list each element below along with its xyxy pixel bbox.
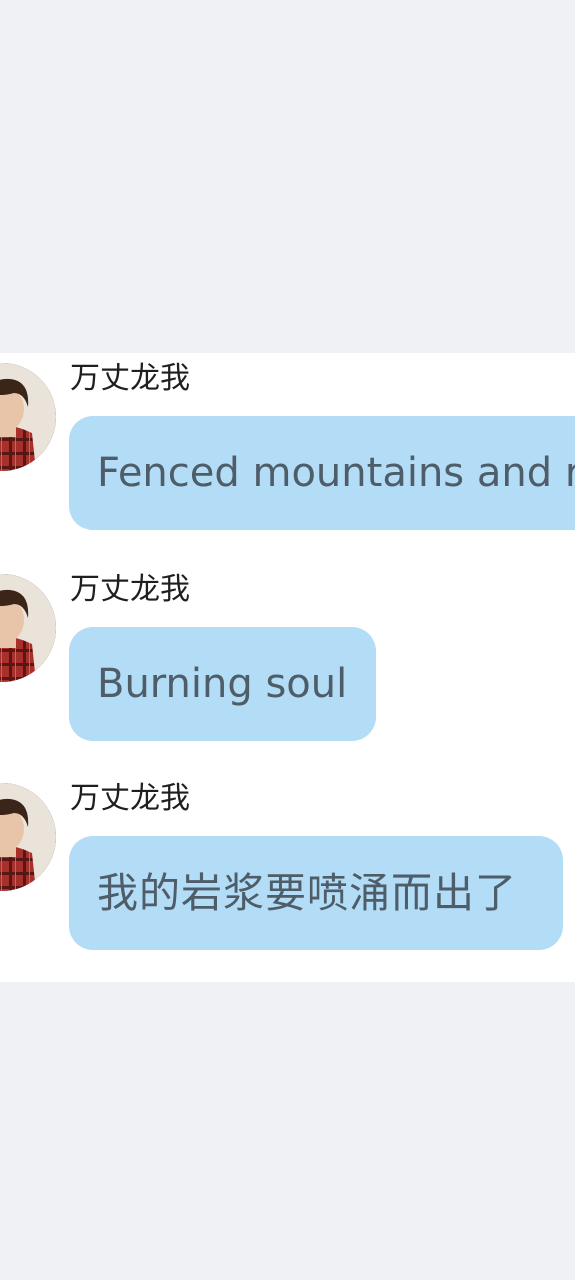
user-avatar[interactable] [0,574,56,682]
chat-message: 万丈龙我 Fenced mountains and r [0,353,575,553]
user-avatar[interactable] [0,783,56,891]
message-bubble[interactable]: 我的岩浆要喷涌而出了 [69,836,563,950]
chat-message-list: 万丈龙我 Fenced mountains and r 万丈龙我 Burning… [0,353,575,982]
sender-name: 万丈龙我 [70,361,190,396]
message-bubble[interactable]: Burning soul [69,627,376,741]
user-avatar[interactable] [0,363,56,471]
sender-name: 万丈龙我 [70,572,190,607]
sender-name: 万丈龙我 [70,781,190,816]
chat-message: 万丈龙我 我的岩浆要喷涌而出了 [0,773,575,973]
message-bubble[interactable]: Fenced mountains and r [69,416,575,530]
chat-message: 万丈龙我 Burning soul [0,564,575,764]
